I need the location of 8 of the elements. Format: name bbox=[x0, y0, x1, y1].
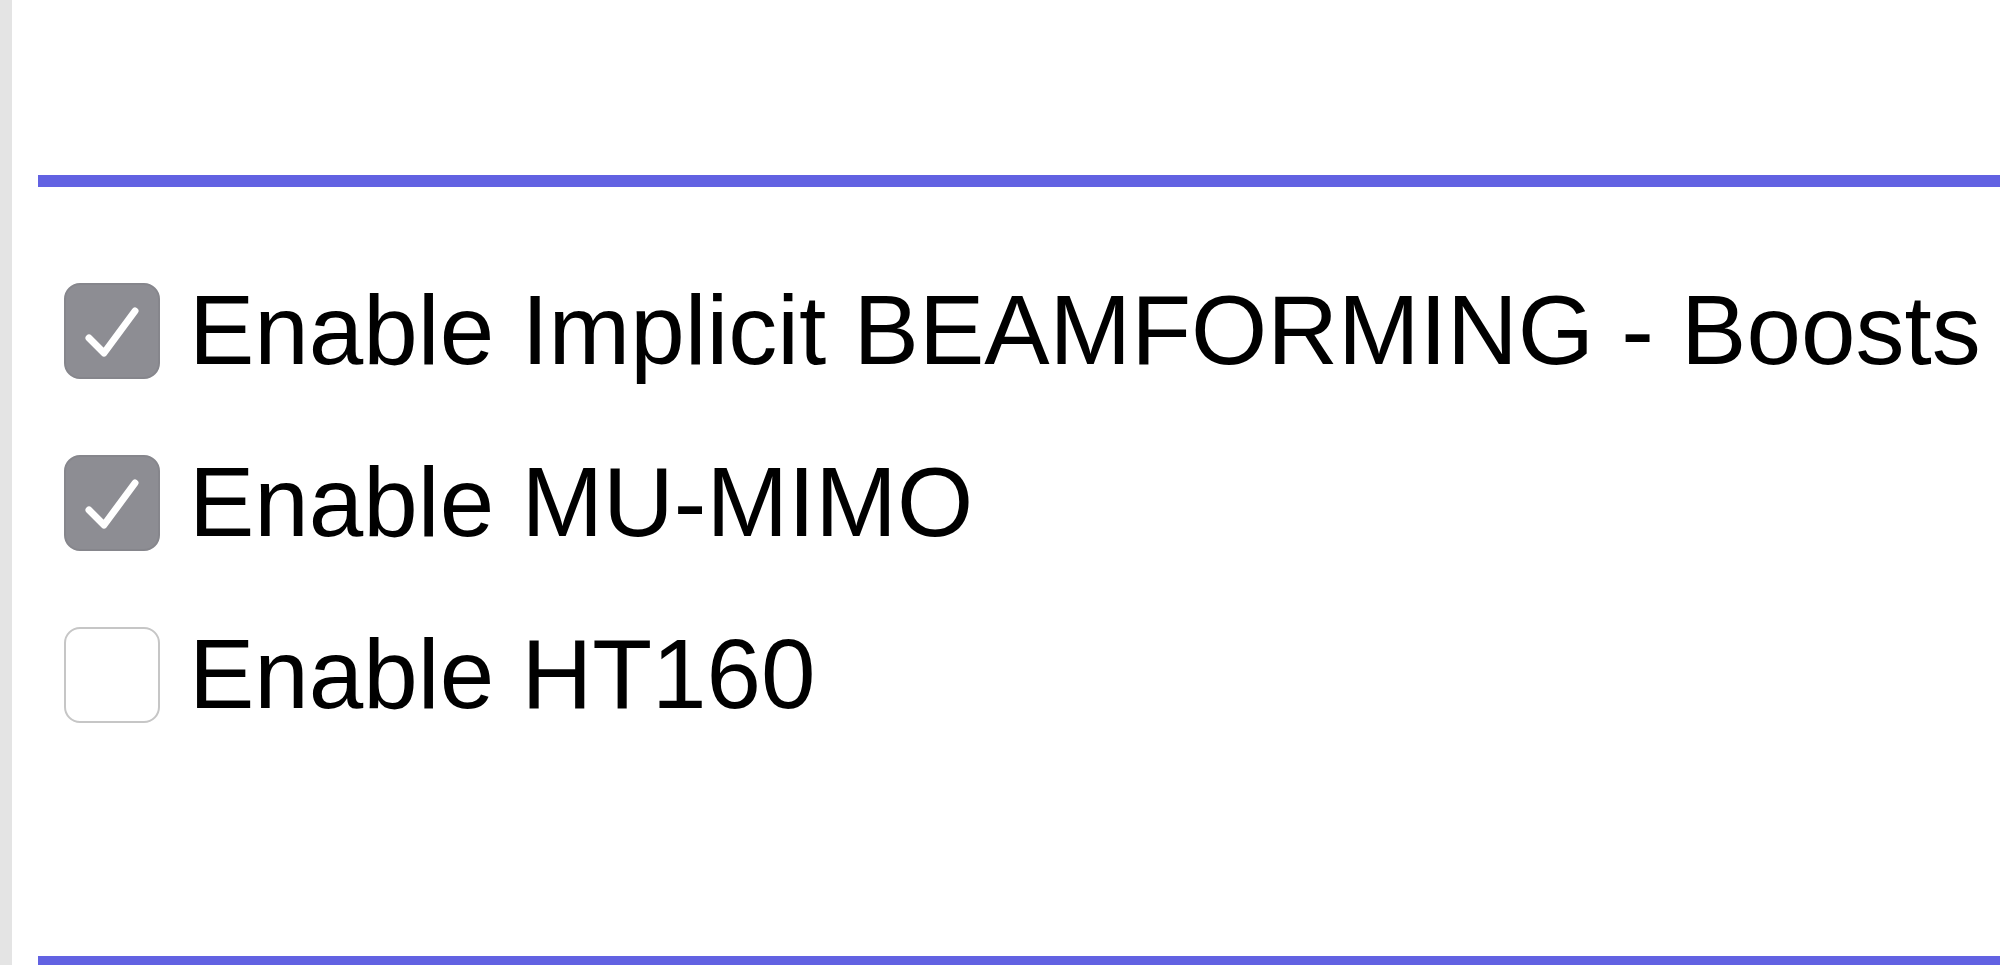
checkbox-label[interactable]: Enable Implicit BEAMFORMING - Boosts bbox=[189, 274, 1981, 387]
checkbox[interactable] bbox=[64, 282, 160, 379]
checkbox[interactable] bbox=[64, 626, 160, 723]
checkmark-icon bbox=[84, 304, 140, 359]
checkbox[interactable] bbox=[64, 454, 160, 551]
checkmark-icon bbox=[84, 476, 140, 531]
checkbox-label[interactable]: Enable MU-MIMO bbox=[189, 446, 974, 559]
checkbox-label[interactable]: Enable HT160 bbox=[189, 618, 816, 731]
